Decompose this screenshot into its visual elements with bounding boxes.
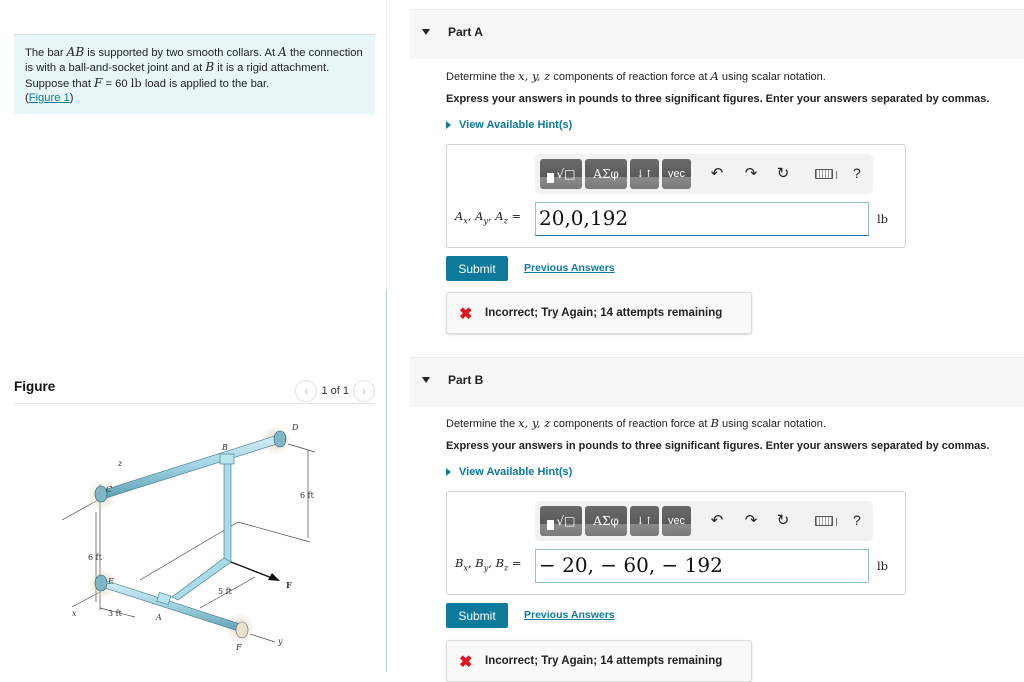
reset-icon[interactable]: ↻ — [773, 511, 793, 529]
label-F-force: F — [286, 580, 292, 590]
part-b-answer-input[interactable]: − 20, − 60, − 192 — [535, 549, 869, 583]
part-b-header[interactable]: Part B — [410, 357, 1024, 407]
label-6ft-right: 6 ft — [300, 491, 315, 500]
left-panel: The bar AB is supported by two smooth co… — [0, 0, 388, 672]
problem-statement: The bar AB is supported by two smooth co… — [14, 34, 375, 114]
part-a-header[interactable]: Part A — [410, 9, 1024, 59]
part-b-feedback: ✖ Incorrect; Try Again; 14 attempts rema… — [446, 640, 752, 682]
part-a-submit-button[interactable]: Submit — [446, 256, 508, 281]
scrollbar[interactable] — [386, 290, 387, 672]
part-a-unit: lb — [877, 212, 889, 226]
greek-symbols-button[interactable]: ΑΣφ — [585, 506, 627, 536]
part-b-previous-answers-link[interactable]: Previous Answers — [524, 609, 615, 621]
keyboard-icon[interactable] — [815, 169, 833, 179]
figure-pager: ‹ 1 of 1 › — [295, 380, 375, 402]
arrows-button[interactable]: ↓↑ — [630, 159, 659, 189]
collapse-caret-icon[interactable] — [422, 29, 430, 35]
toolbar-divider — [836, 171, 837, 179]
part-a-answer-input[interactable]: 20,0,192 — [535, 202, 869, 236]
figure-diagram: B D z C 6 ft 6 ft E 5 ft F x 3 ft A F y — [61, 423, 316, 652]
part-b-answer-box: √□ ΑΣφ ↓↑ vec ↶ ↷ ↻ ? Bx, By, Bz = − 20,… — [446, 491, 906, 595]
figure-header: Figure ‹ 1 of 1 › — [14, 376, 375, 404]
undo-icon[interactable]: ↶ — [707, 511, 727, 529]
caret-right-icon — [446, 468, 451, 476]
figure-link[interactable]: Figure 1 — [29, 92, 70, 104]
label-C: C — [106, 485, 112, 494]
part-a-instructions: Express your answers in pounds to three … — [446, 93, 990, 105]
label-5ft: 5 ft — [218, 587, 233, 596]
part-b-unit: lb — [877, 559, 889, 573]
part-b-answer-label: Bx, By, Bz = — [455, 556, 522, 573]
figure-title: Figure — [14, 379, 56, 394]
label-B: B — [221, 443, 228, 452]
pipe-CD — [103, 434, 281, 499]
label-x: x — [72, 609, 77, 618]
reset-icon[interactable]: ↻ — [773, 164, 793, 182]
panel-divider — [386, 0, 387, 290]
templates-button[interactable]: √□ — [540, 159, 582, 189]
templates-button[interactable]: √□ — [540, 506, 582, 536]
math-toolbar: √□ ΑΣφ ↓↑ vec ↶ ↷ ↻ ? — [535, 501, 873, 541]
label-y: y — [277, 637, 283, 646]
label-3ft: 3 ft — [108, 609, 123, 618]
part-b-title: Part B — [448, 373, 484, 387]
right-panel: Part A Determine the x, y, z components … — [410, 0, 1024, 682]
part-b-submit-button[interactable]: Submit — [446, 603, 508, 628]
redo-icon[interactable]: ↷ — [741, 164, 761, 182]
part-a-title: Part A — [448, 25, 483, 39]
help-button[interactable]: ? — [853, 165, 861, 181]
part-b-question: Determine the x, y, z components of reac… — [446, 416, 826, 430]
label-z: z — [117, 459, 123, 468]
force-arrow — [230, 561, 273, 579]
undo-icon[interactable]: ↶ — [707, 164, 727, 182]
label-F-collar: F — [235, 643, 242, 652]
vector-button[interactable]: vec — [662, 159, 691, 189]
part-a-hint-toggle[interactable]: View Available Hint(s) — [446, 119, 572, 131]
pipe-B-vertical — [223, 461, 232, 563]
math-toolbar: √□ ΑΣφ ↓↑ vec ↶ ↷ ↻ ? — [535, 154, 873, 194]
toolbar-divider — [836, 518, 837, 526]
label-A: A — [155, 613, 162, 622]
label-D: D — [291, 423, 299, 432]
chevron-left-icon[interactable]: ‹ — [295, 380, 318, 402]
part-b-instructions: Express your answers in pounds to three … — [446, 440, 990, 452]
chevron-right-icon[interactable]: › — [353, 380, 375, 402]
collapse-caret-icon[interactable] — [422, 377, 430, 383]
part-b-hint-toggle[interactable]: View Available Hint(s) — [446, 466, 572, 478]
error-x-icon: ✖ — [459, 306, 473, 323]
caret-right-icon — [446, 121, 451, 129]
part-a-feedback: ✖ Incorrect; Try Again; 14 attempts rema… — [446, 292, 752, 334]
pager-text: 1 of 1 — [321, 385, 349, 397]
keyboard-icon[interactable] — [815, 516, 833, 526]
redo-icon[interactable]: ↷ — [741, 511, 761, 529]
error-x-icon: ✖ — [459, 654, 473, 671]
part-a-answer-box: √□ ΑΣφ ↓↑ vec ↶ ↷ ↻ ? Ax, Ay, Az = 20,0,… — [446, 144, 906, 248]
label-6ft-left: 6 ft — [88, 553, 103, 562]
part-a-previous-answers-link[interactable]: Previous Answers — [524, 262, 615, 274]
arrows-button[interactable]: ↓↑ — [630, 506, 659, 536]
part-a-question: Determine the x, y, z components of reac… — [446, 69, 826, 83]
label-E: E — [107, 577, 114, 586]
part-a-answer-label: Ax, Ay, Az = — [455, 209, 522, 226]
help-button[interactable]: ? — [853, 512, 861, 528]
greek-symbols-button[interactable]: ΑΣφ — [585, 159, 627, 189]
tee-B — [219, 453, 235, 465]
vector-button[interactable]: vec — [662, 506, 691, 536]
